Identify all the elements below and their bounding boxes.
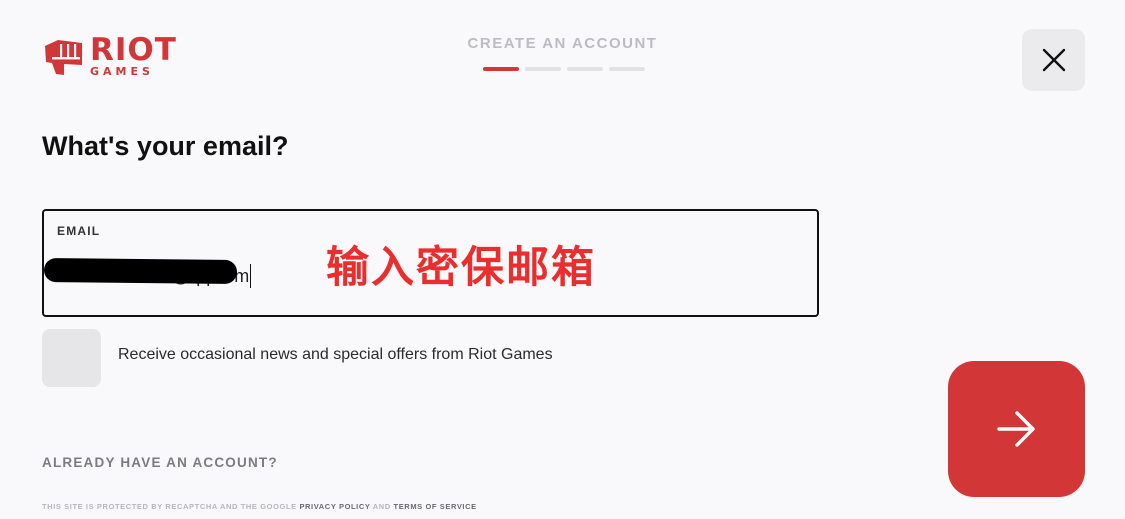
- already-have-account-link[interactable]: ALREADY HAVE AN ACCOUNT?: [42, 455, 278, 470]
- email-label: EMAIL: [57, 224, 101, 238]
- riot-games-logo: RIOT GAMES: [42, 32, 177, 78]
- progress-step-3: [567, 67, 603, 71]
- step-title: CREATE AN ACCOUNT: [467, 35, 658, 52]
- close-button[interactable]: [1022, 29, 1085, 91]
- annotation-text: 输入密保邮箱: [326, 243, 596, 293]
- progress-step-4: [609, 67, 645, 71]
- page-title: What's your email?: [42, 131, 289, 161]
- redaction-mark: [43, 257, 238, 285]
- close-icon: [1042, 48, 1065, 72]
- next-button[interactable]: [948, 361, 1085, 497]
- recaptcha-footer: THIS SITE IS PROTECTED BY RECAPTCHA AND …: [42, 502, 477, 511]
- newsletter-checkbox[interactable]: [42, 329, 101, 387]
- signup-page: RIOT GAMES CREATE AN ACCOUNT What's your…: [0, 0, 1125, 519]
- logo-wordmark: RIOT GAMES: [90, 32, 177, 78]
- newsletter-label[interactable]: Receive occasional news and special offe…: [118, 346, 553, 364]
- email-field[interactable]: EMAIL @qq.com 输入密保邮箱: [42, 209, 819, 317]
- logo-text-riot: RIOT: [90, 32, 177, 68]
- arrow-right-icon: [996, 411, 1035, 447]
- riot-fist-icon: [45, 39, 82, 75]
- footer-and: AND: [372, 502, 391, 511]
- logo-text-games: GAMES: [90, 65, 154, 78]
- privacy-policy-link[interactable]: PRIVACY POLICY: [299, 502, 370, 511]
- terms-of-service-link[interactable]: TERMS OF SERVICE: [394, 502, 477, 511]
- progress-step-2: [525, 67, 561, 71]
- progress-step-1: [483, 67, 519, 71]
- step-progress: [483, 67, 645, 71]
- footer-prefix: THIS SITE IS PROTECTED BY RECAPTCHA AND …: [42, 502, 297, 511]
